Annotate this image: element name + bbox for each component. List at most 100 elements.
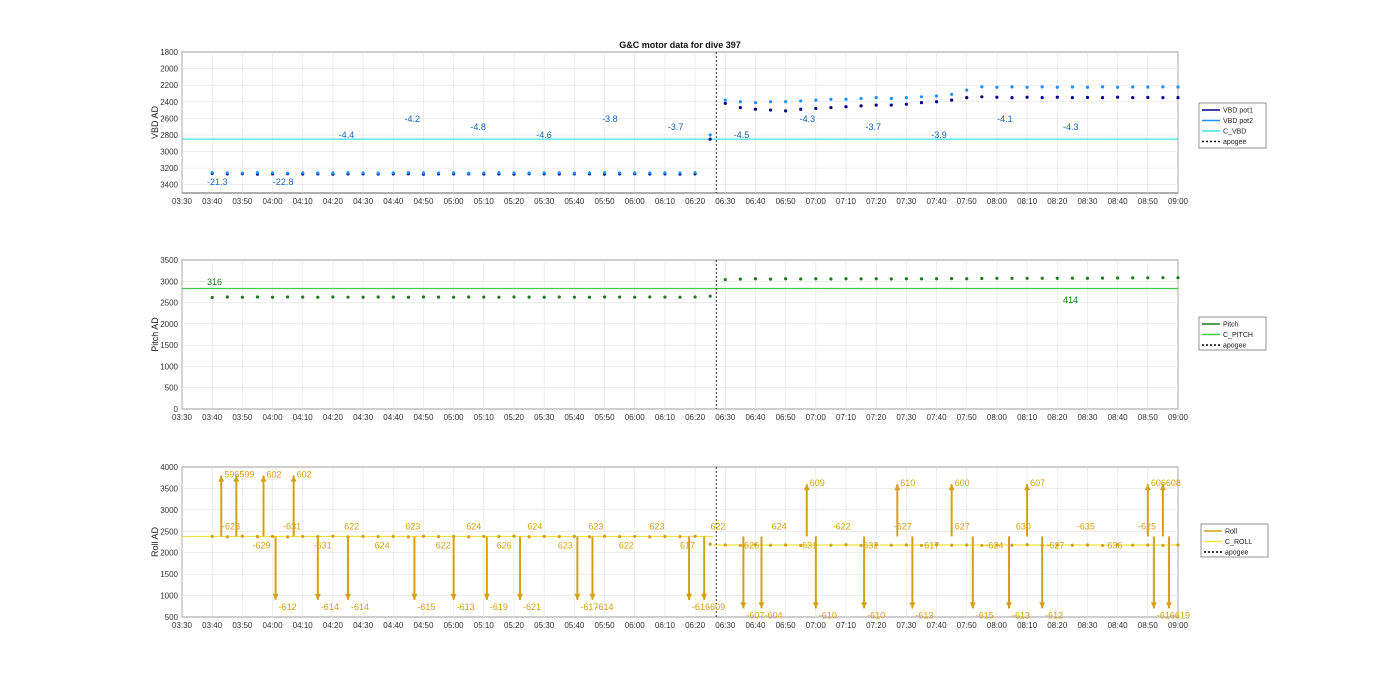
chart-panel-3: 03:30 03:40 03:50 04:00 04:10 04:20 04:30 04:40… <box>150 463 1269 630</box>
value-annotation: -627 <box>1046 540 1064 550</box>
data-point-pitch <box>950 277 954 281</box>
roll-event-label: 600 <box>955 478 970 488</box>
x-tick-label: 08:20 <box>1047 621 1068 630</box>
data-point-vbd-pot2 <box>965 88 969 92</box>
data-point-vbd-pot1 <box>768 108 773 112</box>
value-annotation: 630 <box>1016 521 1031 531</box>
data-point-vbd-pot1 <box>965 96 969 100</box>
data-point-vbd-pot1 <box>829 105 833 110</box>
data-point-pitch <box>572 295 576 299</box>
value-annotation: -4.6 <box>536 130 552 140</box>
data-point-roll <box>421 534 426 538</box>
data-point-vbd-pot2 <box>874 96 878 100</box>
value-annotation: -627 <box>894 521 912 531</box>
data-point-vbd-pot2 <box>678 171 682 175</box>
x-tick-label: 08:30 <box>1077 197 1098 206</box>
data-point-vbd-pot1 <box>1131 96 1135 100</box>
data-point-vbd-pot1 <box>1070 96 1074 100</box>
value-annotation: 624 <box>466 521 481 531</box>
data-point-vbd-pot1 <box>950 98 954 102</box>
y-axis-label: Roll AD <box>150 526 160 557</box>
data-point-roll <box>527 535 531 539</box>
data-point-pitch <box>784 277 788 281</box>
x-tick-label: 07:20 <box>866 621 887 630</box>
data-point-vbd-pot2 <box>618 171 622 175</box>
data-point-roll <box>376 535 380 539</box>
data-point-pitch <box>602 295 607 299</box>
value-annotation: -631 <box>314 540 332 550</box>
data-point-vbd-pot1 <box>844 105 848 109</box>
y-tick-label: 0 <box>174 405 179 414</box>
data-point-roll <box>1085 543 1090 547</box>
value-annotation: 623 <box>588 521 603 531</box>
data-point-roll <box>406 535 410 539</box>
data-point-pitch <box>934 277 939 281</box>
x-tick-label: 03:40 <box>202 413 223 422</box>
x-tick-label: 06:30 <box>715 413 736 422</box>
roll-event-label: 610 <box>900 478 915 488</box>
data-point-pitch <box>618 295 622 299</box>
data-point-pitch <box>648 295 652 299</box>
data-point-pitch <box>995 276 999 280</box>
data-point-pitch <box>1161 276 1165 280</box>
data-point-roll <box>240 534 244 538</box>
x-tick-label: 04:30 <box>353 413 374 422</box>
data-point-pitch <box>406 295 410 299</box>
data-point-pitch <box>286 295 290 299</box>
data-point-pitch <box>753 277 758 281</box>
x-tick-label: 04:20 <box>323 197 344 206</box>
data-point-vbd-pot1 <box>934 100 939 104</box>
legend-label: apogee <box>1223 139 1246 146</box>
data-point-roll <box>648 535 652 539</box>
y-tick-label: 2800 <box>160 131 178 140</box>
chart-panel-2: 03:30 03:40 03:50 04:00 04:10 04:20 04:30 04:40… <box>150 256 1267 422</box>
x-tick-label: 04:40 <box>383 413 404 422</box>
data-point-roll <box>436 535 441 539</box>
data-point-vbd-pot1 <box>1025 95 1029 99</box>
data-point-pitch <box>346 295 350 299</box>
data-point-pitch <box>1070 276 1074 280</box>
figure-title: G&C motor data for dive 397 <box>619 40 741 50</box>
data-point-vbd-pot2 <box>980 85 984 89</box>
x-tick-label: 07:50 <box>957 413 978 422</box>
data-point-roll <box>1161 543 1165 548</box>
value-annotation: -635 <box>1077 521 1095 531</box>
data-point-pitch <box>904 277 908 281</box>
data-point-roll <box>844 543 848 547</box>
x-tick-label: 04:20 <box>323 413 344 422</box>
x-tick-label: 05:50 <box>595 197 616 206</box>
x-tick-label: 07:20 <box>866 413 887 422</box>
data-point-vbd-pot2 <box>1131 85 1135 89</box>
roll-event-label: 608 <box>1166 478 1181 488</box>
data-point-vbd-pot2 <box>859 96 863 101</box>
x-tick-label: 04:10 <box>293 621 314 630</box>
value-annotation: 636 <box>1107 540 1122 550</box>
data-point-roll <box>361 534 365 539</box>
data-point-vbd-pot2 <box>799 99 803 103</box>
data-point-pitch <box>1085 276 1090 280</box>
y-tick-label: 2400 <box>160 98 178 107</box>
x-tick-label: 06:40 <box>745 197 766 206</box>
x-tick-label: 09:00 <box>1168 621 1189 630</box>
data-point-vbd-pot1 <box>1176 96 1180 100</box>
data-point-pitch <box>587 295 592 299</box>
data-point-vbd-pot2 <box>1176 85 1180 89</box>
data-point-pitch <box>331 295 335 299</box>
value-annotation: 631 <box>802 540 817 550</box>
plot-area <box>181 259 1179 410</box>
data-point-vbd-pot2 <box>1100 85 1105 89</box>
data-point-vbd-pot2 <box>633 171 637 175</box>
value-annotation: -629 <box>253 540 271 550</box>
data-point-pitch <box>497 295 501 299</box>
data-point-pitch <box>557 295 561 299</box>
x-tick-label: 08:40 <box>1108 197 1129 206</box>
legend-label: Roll <box>1225 529 1238 536</box>
legend-label: VBD pot1 <box>1223 108 1253 115</box>
x-tick-label: 04:30 <box>353 621 374 630</box>
data-point-roll <box>829 543 833 547</box>
x-tick-label: 06:50 <box>776 413 797 422</box>
figure-canvas: G&C motor data for dive 397 03:30 03:40 03… <box>150 40 1269 630</box>
y-tick-label: 3000 <box>160 277 178 286</box>
value-annotation: -3.8 <box>602 114 618 124</box>
data-point-pitch <box>799 277 803 281</box>
